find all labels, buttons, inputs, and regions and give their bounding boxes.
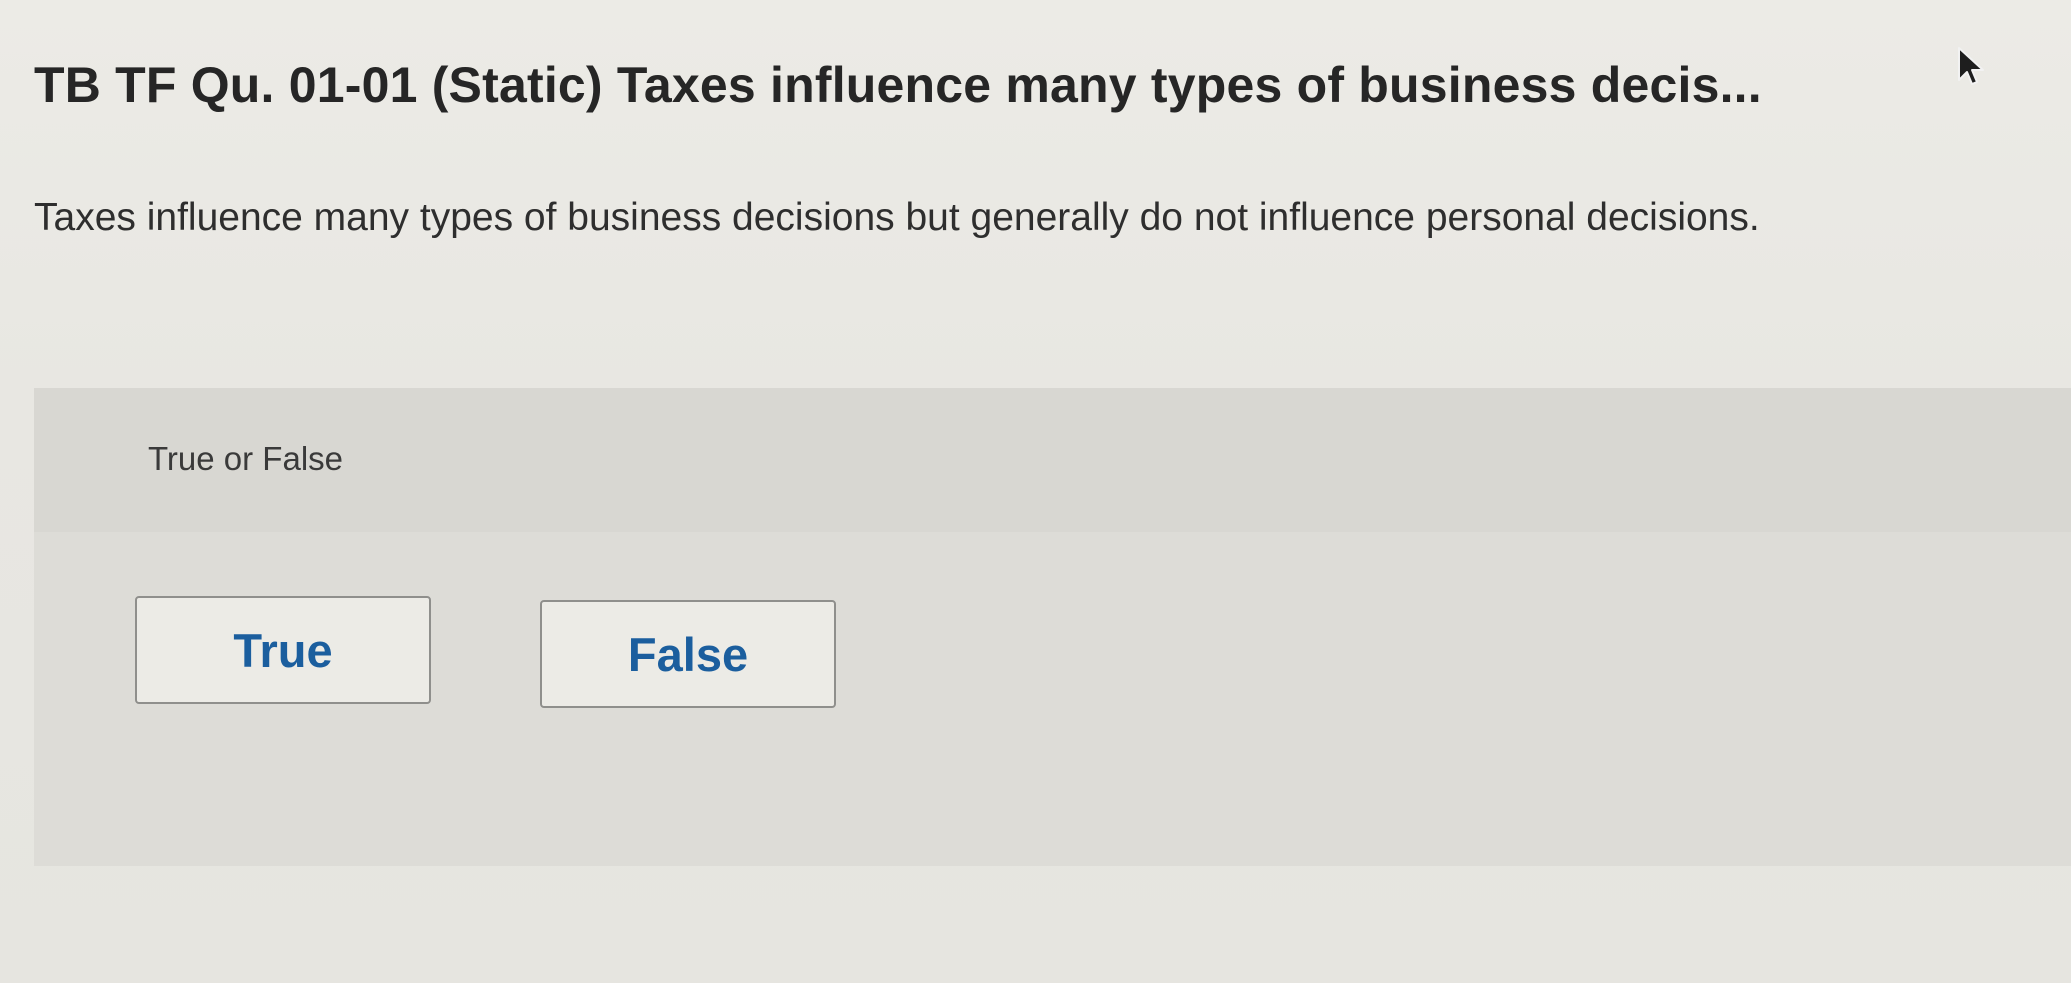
question-page: TB TF Qu. 01-01 (Static) Taxes influence…: [0, 0, 2071, 983]
answer-type-label: True or False: [148, 440, 344, 477]
false-button[interactable]: False: [540, 600, 836, 708]
question-title: TB TF Qu. 01-01 (Static) Taxes influence…: [34, 57, 1762, 113]
answer-panel: True or False True False: [34, 388, 2071, 866]
answer-type-header: True or False: [34, 388, 2071, 532]
question-prompt: Taxes influence many types of business d…: [34, 196, 1760, 239]
true-button[interactable]: True: [135, 596, 431, 704]
mouse-pointer-icon: [1958, 47, 1984, 85]
